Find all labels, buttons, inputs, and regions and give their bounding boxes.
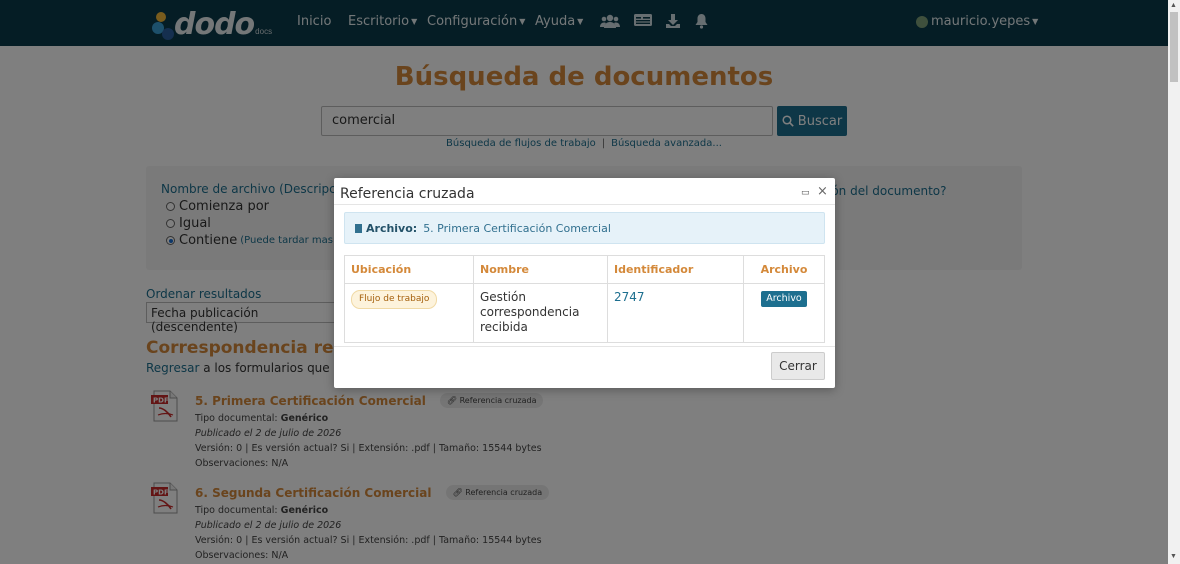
cell-location: Flujo de trabajo [344, 283, 474, 343]
scroll-up-arrow-icon[interactable]: ▲ [1170, 2, 1177, 9]
identifier-link[interactable]: 2747 [614, 290, 645, 304]
dialog-footer-divider [334, 346, 835, 347]
close-button[interactable]: Cerrar [771, 352, 825, 380]
archive-label: Archivo: [366, 221, 418, 235]
cross-reference-dialog: Referencia cruzada ▭ × Archivo: 5. Prime… [334, 178, 835, 388]
dialog-divider [334, 204, 835, 205]
cell-name: Gestión correspondencia recibida [473, 283, 608, 343]
archive-info-bar: Archivo: 5. Primera Certificación Comerc… [344, 212, 825, 244]
vertical-scrollbar[interactable]: ▲ ▼ [1168, 0, 1180, 564]
location-badge: Flujo de trabajo [351, 290, 438, 309]
archive-value: 5. Primera Certificación Comercial [423, 221, 611, 235]
archive-button[interactable]: Archivo [761, 291, 807, 307]
file-icon [355, 223, 362, 233]
scroll-thumb[interactable] [1170, 12, 1178, 82]
maximize-icon[interactable]: ▭ [801, 188, 810, 198]
table-row: Flujo de trabajo Gestión correspondencia… [344, 283, 825, 343]
close-icon[interactable]: × [817, 184, 828, 199]
cell-archive: Archivo [743, 283, 825, 343]
dialog-title: Referencia cruzada [340, 186, 475, 202]
cell-id: 2747 [607, 283, 744, 343]
column-header-name: Nombre [473, 255, 608, 284]
column-header-location: Ubicación [344, 255, 474, 284]
scroll-down-arrow-icon[interactable]: ▼ [1170, 553, 1177, 560]
column-header-archive: Archivo [743, 255, 825, 284]
cross-reference-table: Ubicación Nombre Identificador Archivo F… [344, 255, 825, 343]
column-header-id: Identificador [607, 255, 744, 284]
